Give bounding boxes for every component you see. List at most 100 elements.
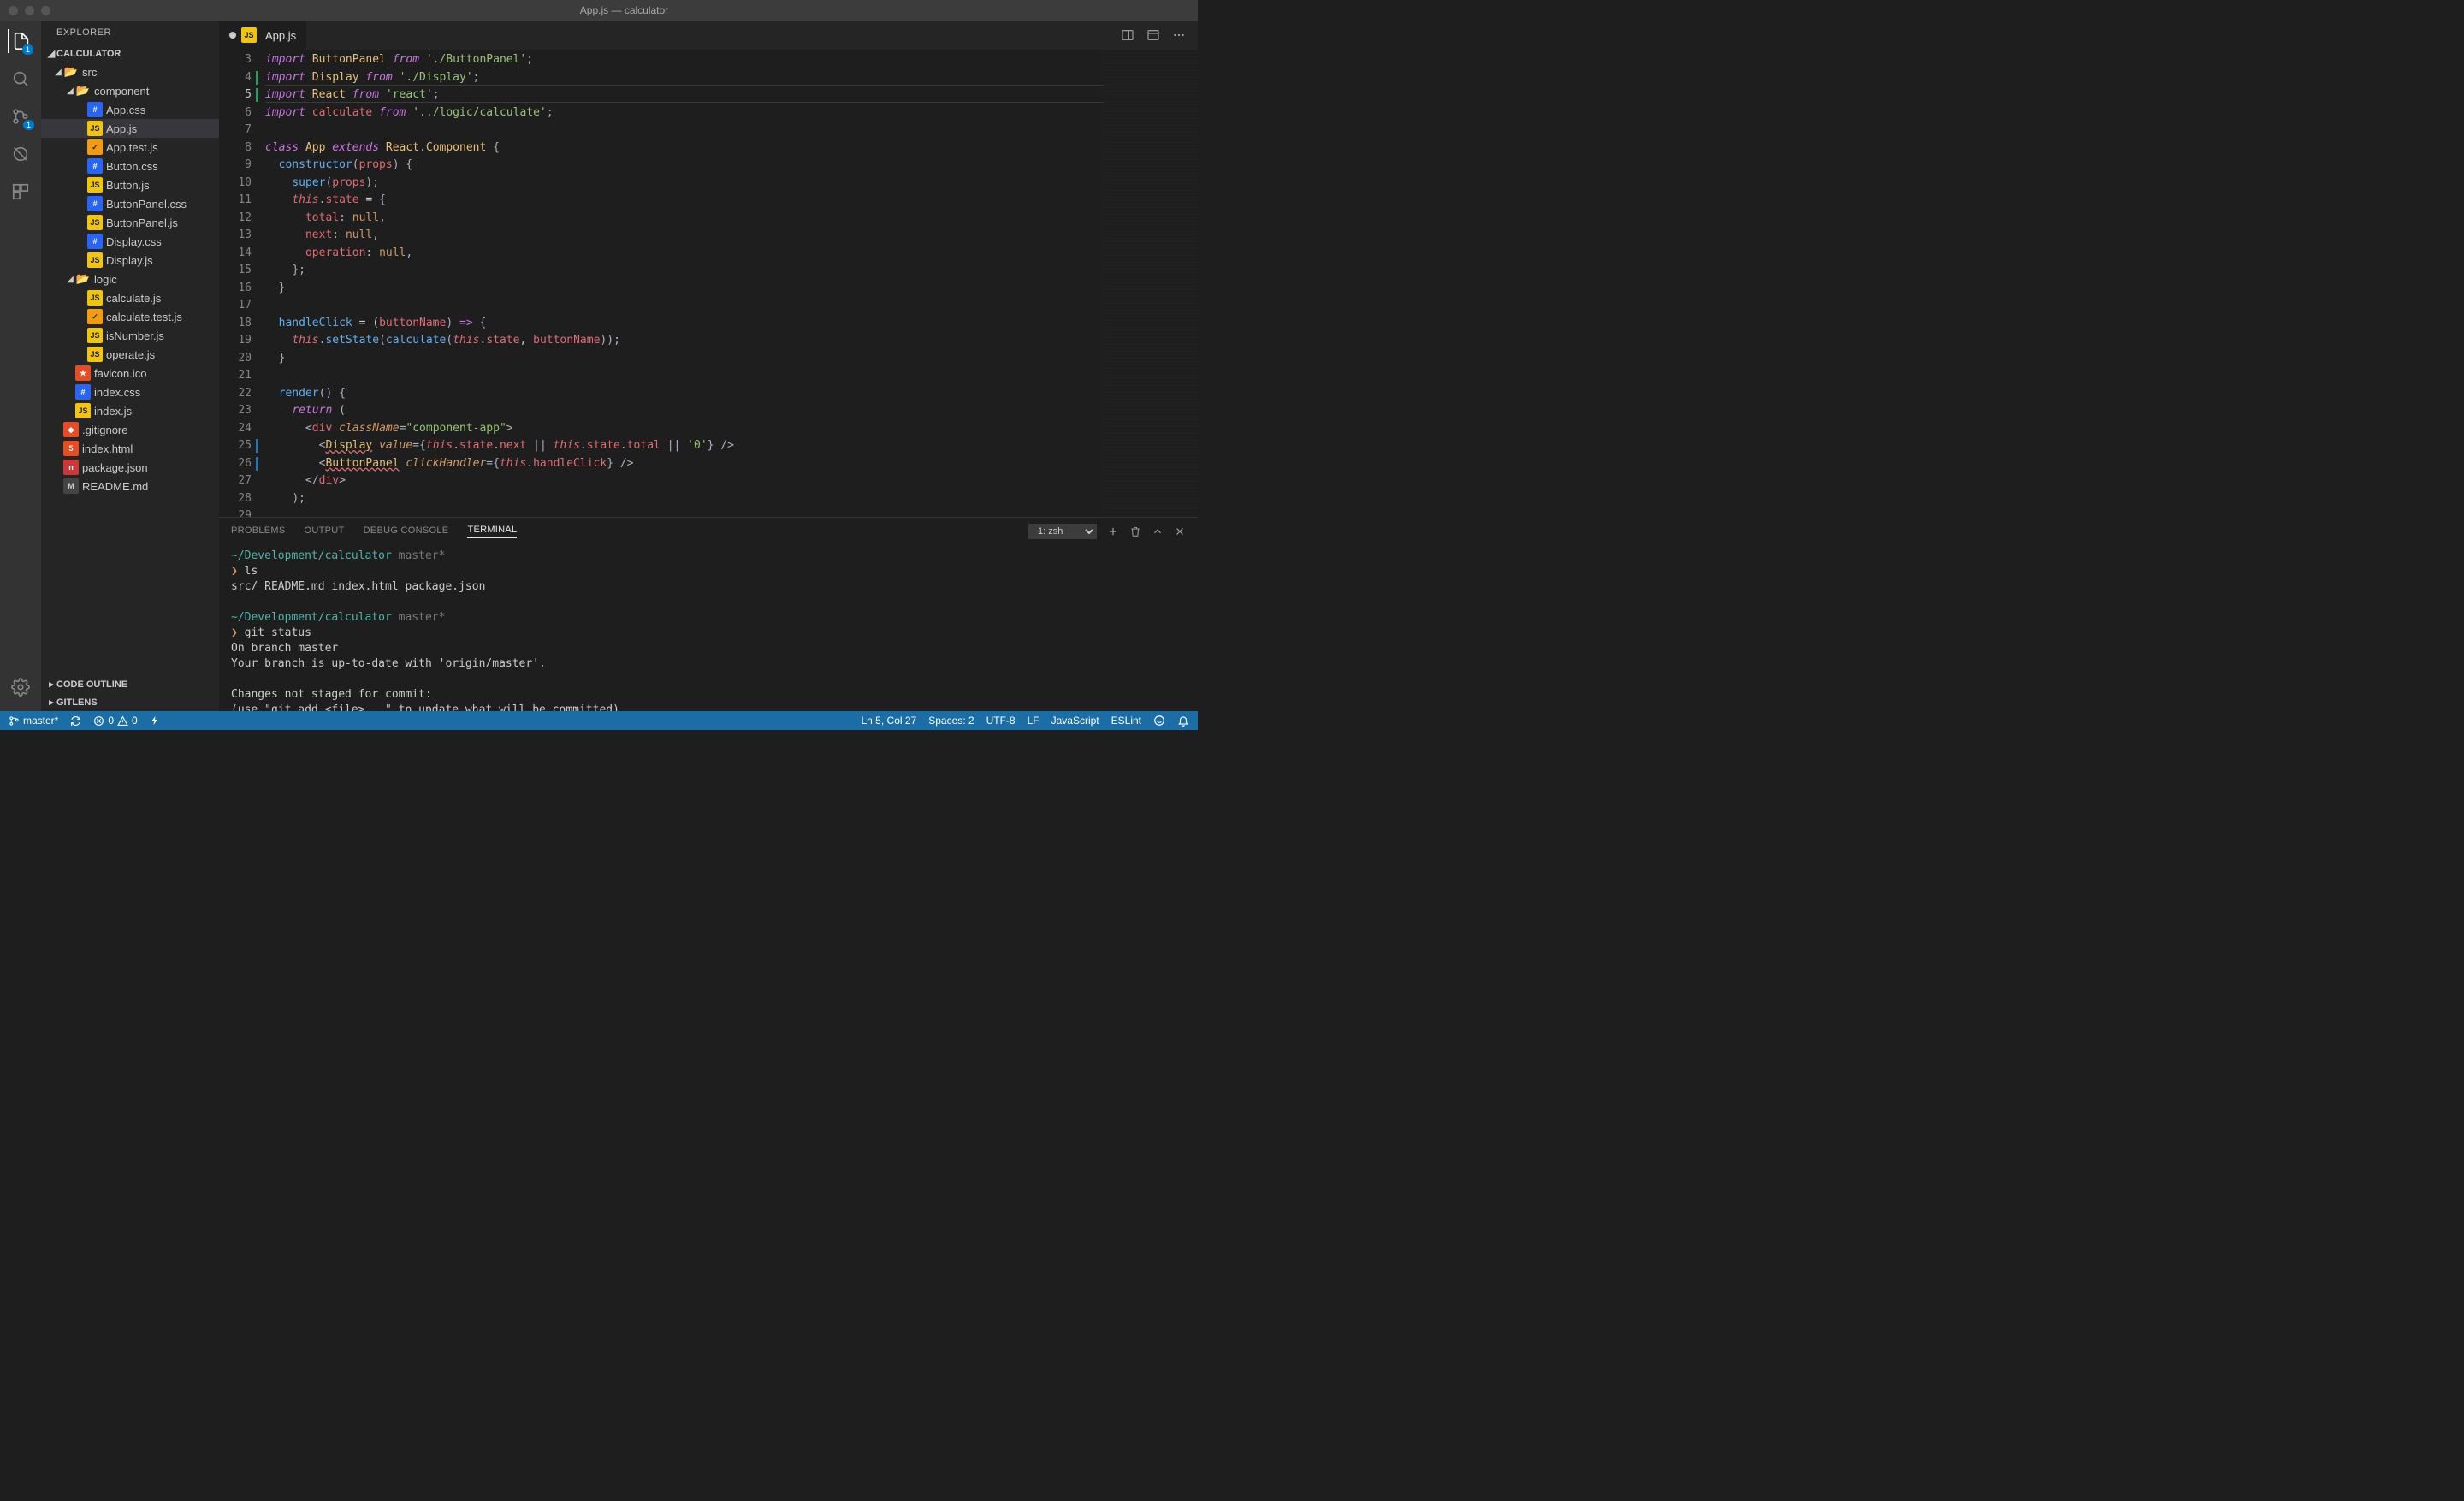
tree-item[interactable]: JSisNumber.js	[41, 326, 219, 345]
chevron-down-icon: ◢	[65, 86, 75, 96]
cursor-position[interactable]: Ln 5, Col 27	[862, 715, 917, 727]
npm-icon: n	[63, 460, 79, 475]
extensions-icon[interactable]	[9, 180, 33, 204]
terminal-line: ❯ ls	[231, 564, 1186, 579]
window-controls[interactable]	[9, 6, 50, 15]
settings-gear-icon[interactable]	[9, 675, 33, 699]
layout-icon[interactable]	[1146, 28, 1160, 42]
close-panel-icon[interactable]	[1174, 525, 1186, 537]
tab-label: App.js	[265, 29, 296, 42]
tree-item[interactable]: ◆.gitignore	[41, 420, 219, 439]
js-icon: JS	[87, 252, 103, 268]
new-terminal-icon[interactable]	[1107, 525, 1119, 537]
split-editor-icon[interactable]	[1121, 28, 1134, 42]
tree-item-label: favicon.ico	[94, 367, 146, 380]
tree-item[interactable]: MREADME.md	[41, 477, 219, 495]
tree-item[interactable]: JSButtonPanel.js	[41, 213, 219, 232]
minimize-window-icon[interactable]	[25, 6, 34, 15]
tree-item[interactable]: JSDisplay.js	[41, 251, 219, 270]
tree-item[interactable]: ◢📂src	[41, 62, 219, 81]
terminal-line: Changes not staged for commit:	[231, 687, 1186, 703]
tree-item[interactable]: JScalculate.js	[41, 288, 219, 307]
chevron-down-icon: ◢	[65, 275, 75, 284]
js-icon: JS	[87, 177, 103, 193]
editor[interactable]: 3456789101112131415161718192021222324252…	[219, 50, 1198, 517]
feedback-icon[interactable]	[1153, 715, 1165, 727]
editor-tabs: JS App.js	[219, 21, 1198, 50]
maximize-window-icon[interactable]	[41, 6, 50, 15]
more-icon[interactable]	[1172, 28, 1186, 42]
minimap[interactable]	[1104, 50, 1198, 517]
git-icon: ◆	[63, 422, 79, 437]
panel-tab-debug[interactable]: DEBUG CONSOLE	[364, 525, 449, 538]
explorer-icon[interactable]: 1	[8, 29, 32, 53]
tree-item[interactable]: JSApp.js	[41, 119, 219, 138]
lightning-indicator[interactable]	[150, 715, 160, 726]
code-content[interactable]: import ButtonPanel from './ButtonPanel';…	[265, 50, 1104, 517]
tree-item[interactable]: 5index.html	[41, 439, 219, 458]
tree-item[interactable]: #index.css	[41, 383, 219, 401]
terminal-line	[231, 672, 1186, 687]
panel-tab-output[interactable]: OUTPUT	[305, 525, 345, 538]
lint-indicator[interactable]: ESLint	[1111, 715, 1141, 727]
terminal-line: ~/Development/calculator master*	[231, 549, 1186, 564]
tree-item[interactable]: JSoperate.js	[41, 345, 219, 364]
tree-item-label: index.html	[82, 442, 133, 455]
tree-item-label: Button.js	[106, 179, 150, 192]
source-control-icon[interactable]: 1	[9, 104, 33, 128]
tree-item-label: calculate.test.js	[106, 311, 182, 323]
tree-item[interactable]: #ButtonPanel.css	[41, 194, 219, 213]
notifications-icon[interactable]	[1177, 715, 1189, 727]
css-icon: #	[87, 102, 103, 117]
editor-actions	[1121, 28, 1198, 42]
warning-icon	[117, 715, 128, 727]
explorer-badge: 1	[22, 44, 33, 55]
language-indicator[interactable]: JavaScript	[1051, 715, 1099, 727]
tree-item-label: operate.js	[106, 348, 155, 361]
terminal-line: ❯ git status	[231, 626, 1186, 641]
tree-item[interactable]: ◢📂component	[41, 81, 219, 100]
tree-item-label: index.js	[94, 405, 132, 418]
terminal-selector[interactable]: 1: zsh	[1028, 524, 1097, 539]
tree-item[interactable]: JSButton.js	[41, 175, 219, 194]
gitlens-section[interactable]: ▸ GITLENS	[41, 693, 219, 711]
tree-item-label: Display.css	[106, 235, 162, 248]
code-outline-section[interactable]: ▸ CODE OUTLINE	[41, 675, 219, 693]
sync-indicator[interactable]	[70, 715, 81, 727]
tree-item[interactable]: ★favicon.ico	[41, 364, 219, 383]
panel-tab-terminal[interactable]: TERMINAL	[467, 525, 517, 538]
maximize-panel-icon[interactable]	[1152, 525, 1164, 537]
panel-tab-problems[interactable]: PROBLEMS	[231, 525, 286, 538]
tree-item-label: .gitignore	[82, 424, 127, 436]
problems-indicator[interactable]: 0 0	[93, 715, 137, 727]
encoding-indicator[interactable]: UTF-8	[986, 715, 1016, 727]
terminal-content[interactable]: ~/Development/calculator master*❯ lssrc/…	[219, 545, 1198, 711]
tree-item-label: App.test.js	[106, 141, 158, 154]
terminal-line	[231, 595, 1186, 610]
kill-terminal-icon[interactable]	[1129, 525, 1141, 537]
tree-item[interactable]: ✓calculate.test.js	[41, 307, 219, 326]
tree-item[interactable]: JSindex.js	[41, 401, 219, 420]
tree-item[interactable]: ✓App.test.js	[41, 138, 219, 157]
file-tree: ◢📂src◢📂component#App.cssJSApp.js✓App.tes…	[41, 62, 219, 675]
tree-item-label: logic	[94, 273, 117, 286]
tree-item[interactable]: ◢📂logic	[41, 270, 219, 288]
tree-item-label: calculate.js	[106, 292, 161, 305]
panel-tabs: PROBLEMS OUTPUT DEBUG CONSOLE TERMINAL 1…	[219, 518, 1198, 545]
search-icon[interactable]	[9, 67, 33, 91]
line-numbers: 3456789101112131415161718192021222324252…	[219, 50, 265, 517]
tab-active[interactable]: JS App.js	[219, 21, 307, 50]
close-window-icon[interactable]	[9, 6, 18, 15]
tree-item[interactable]: npackage.json	[41, 458, 219, 477]
tree-item-label: Button.css	[106, 160, 158, 173]
tree-item[interactable]: #App.css	[41, 100, 219, 119]
debug-icon[interactable]	[9, 142, 33, 166]
tree-item[interactable]: #Display.css	[41, 232, 219, 251]
eol-indicator[interactable]: LF	[1028, 715, 1040, 727]
project-header[interactable]: ◢ CALCULATOR	[41, 44, 219, 62]
css-icon: #	[87, 196, 103, 211]
indent-indicator[interactable]: Spaces: 2	[928, 715, 974, 727]
sidebar-title: EXPLORER	[41, 21, 219, 44]
branch-indicator[interactable]: master*	[9, 715, 58, 727]
tree-item[interactable]: #Button.css	[41, 157, 219, 175]
